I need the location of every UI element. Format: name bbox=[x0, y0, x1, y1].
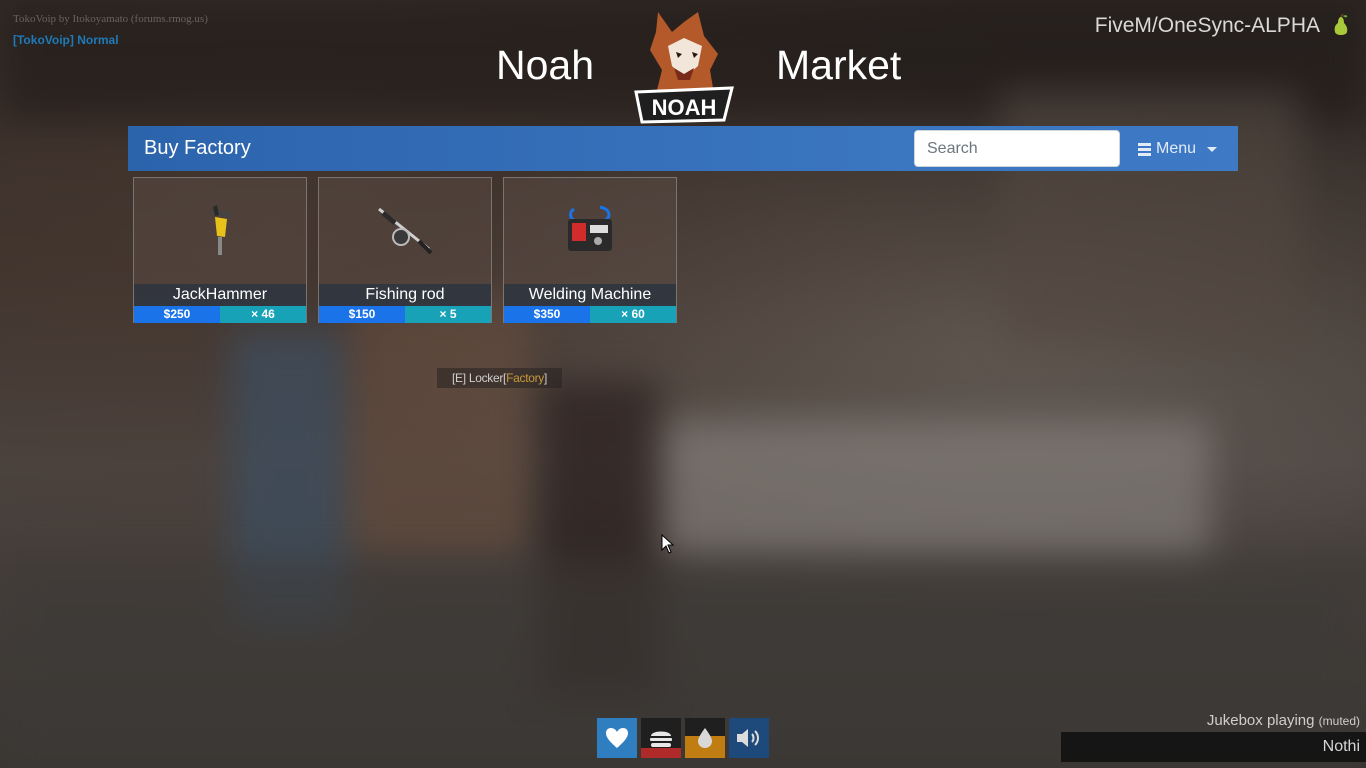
voip-status: [TokoVoip] Normal bbox=[13, 33, 119, 47]
menu-dropdown-button[interactable]: Menu bbox=[1138, 138, 1218, 160]
product-stock: × 46 bbox=[220, 306, 306, 323]
hint-label: Locker bbox=[468, 371, 504, 385]
water-drop-icon bbox=[698, 728, 712, 748]
health-indicator bbox=[597, 718, 637, 758]
product-name: JackHammer bbox=[134, 284, 306, 306]
product-image bbox=[134, 178, 306, 284]
product-list: JackHammer $250 × 46 Fishing rod $150 × … bbox=[133, 177, 677, 323]
market-title-right: Market bbox=[776, 42, 902, 88]
product-image bbox=[504, 178, 676, 284]
jukebox-track-display: Nothi bbox=[1061, 732, 1366, 762]
product-price: $350 bbox=[504, 306, 590, 323]
product-image bbox=[319, 178, 491, 284]
speaker-icon bbox=[737, 729, 759, 747]
jukebox-muted: (muted) bbox=[1318, 714, 1360, 728]
hamburger-icon bbox=[1138, 143, 1151, 156]
product-name: Fishing rod bbox=[319, 284, 491, 306]
product-stock: × 5 bbox=[405, 306, 491, 323]
product-price: $150 bbox=[319, 306, 405, 323]
mouse-cursor-icon bbox=[661, 534, 675, 554]
product-card-fishing-rod[interactable]: Fishing rod $150 × 5 bbox=[318, 177, 492, 323]
voice-indicator bbox=[729, 718, 769, 758]
fishing-rod-icon bbox=[378, 207, 433, 255]
pear-icon bbox=[1334, 14, 1348, 35]
server-name: FiveM/OneSync-ALPHA bbox=[1094, 14, 1320, 37]
jukebox-status: Jukebox playing bbox=[1206, 712, 1315, 729]
logo-text: NOAH bbox=[652, 95, 717, 120]
product-name: Welding Machine bbox=[504, 284, 676, 306]
burger-icon bbox=[650, 731, 672, 747]
jukebox-label: Jukebox playing (muted) bbox=[1207, 712, 1360, 729]
caret-down-icon bbox=[1207, 146, 1218, 152]
shop-navbar: Buy Factory Menu bbox=[128, 126, 1238, 171]
jackhammer-icon bbox=[210, 205, 232, 255]
voip-credit: TokoVoip by Itokoyamato (forums.rmog.us) bbox=[13, 13, 208, 25]
product-price: $250 bbox=[134, 306, 220, 323]
shop-title: Buy Factory bbox=[144, 137, 251, 159]
hunger-indicator bbox=[641, 718, 681, 758]
noah-logo: NOAH bbox=[634, 12, 734, 124]
welding-machine-icon bbox=[568, 205, 612, 251]
market-title-left: Noah bbox=[496, 42, 595, 88]
hint-bracket-close: ] bbox=[544, 371, 548, 385]
jukebox-track-title: Nothi bbox=[1322, 738, 1360, 755]
product-card-welding-machine[interactable]: Welding Machine $350 × 60 bbox=[503, 177, 677, 323]
product-stock: × 60 bbox=[590, 306, 676, 323]
locker-interaction-hint: [E] Locker[Factory] bbox=[437, 368, 563, 388]
search-input[interactable] bbox=[914, 130, 1120, 167]
menu-label: Menu bbox=[1156, 140, 1197, 157]
thirst-indicator bbox=[685, 718, 725, 758]
hunger-level bbox=[641, 748, 681, 758]
hint-place: Factory bbox=[506, 371, 545, 385]
status-hud bbox=[597, 718, 769, 758]
hint-key: [E] bbox=[452, 371, 466, 385]
product-card-jackhammer[interactable]: JackHammer $250 × 46 bbox=[133, 177, 307, 323]
heart-icon bbox=[606, 728, 628, 748]
